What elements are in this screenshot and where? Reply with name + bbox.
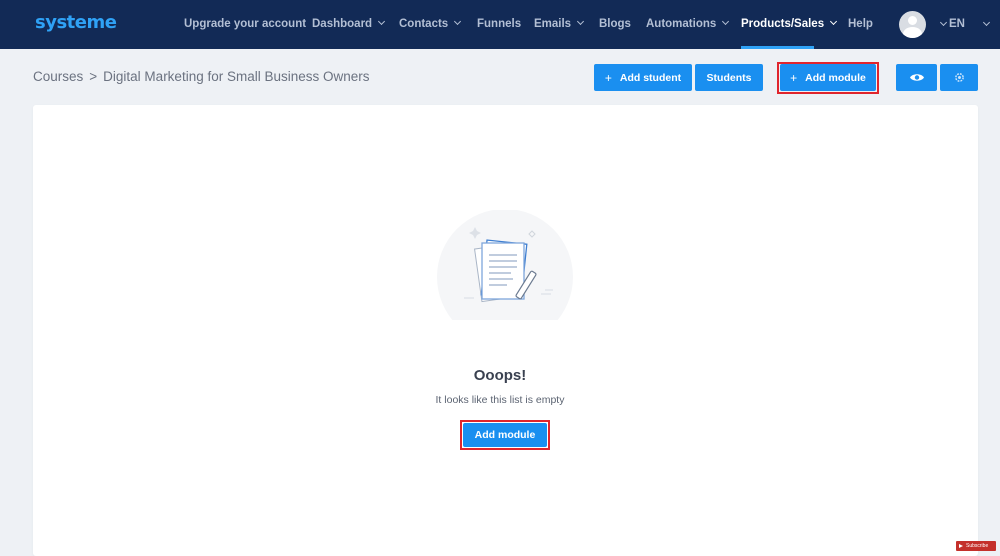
nav-item-label: Emails xyxy=(534,18,572,30)
empty-state-message: It looks like this list is empty xyxy=(435,394,565,406)
highlight-box xyxy=(460,420,550,450)
nav-item-label: Automations xyxy=(646,18,717,30)
chevron-down-icon[interactable] xyxy=(939,18,948,27)
nav-item-products-sales[interactable]: Products/Sales xyxy=(741,17,838,30)
language-selector[interactable]: EN xyxy=(949,18,965,30)
nav-item-label: Upgrade your account xyxy=(184,18,307,30)
add-student-label: Add student xyxy=(619,71,682,84)
top-navigation: systeme Upgrade your account Dashboard C… xyxy=(0,0,1000,49)
chevron-down-icon xyxy=(378,17,386,26)
nav-item-contacts[interactable]: Contacts xyxy=(399,17,462,30)
nav-item-emails[interactable]: Emails xyxy=(534,17,585,30)
nav-item-label: Blogs xyxy=(599,18,631,30)
chevron-down-icon xyxy=(577,17,585,26)
nav-item-label: Help xyxy=(848,18,873,30)
nav-item-automations[interactable]: Automations xyxy=(646,17,730,30)
breadcrumb: Courses > Digital Marketing for Small Busi… xyxy=(33,69,370,84)
nav-item-label: Products/Sales xyxy=(741,18,825,30)
breadcrumb-courses-link[interactable]: Courses xyxy=(33,69,83,84)
nav-item-help[interactable]: Help xyxy=(848,18,873,30)
nav-item-funnels[interactable]: Funnels xyxy=(477,18,521,30)
nav-item-label: Contacts xyxy=(399,18,449,30)
add-student-button[interactable]: + Add student xyxy=(594,64,692,91)
nav-item-dashboard[interactable]: Dashboard xyxy=(312,17,386,30)
breadcrumb-separator: > xyxy=(89,69,98,84)
nav-item-upgrade-account[interactable]: Upgrade your account xyxy=(184,18,306,30)
settings-button[interactable] xyxy=(940,64,978,91)
nav-item-label: Funnels xyxy=(477,18,522,30)
user-avatar-icon[interactable] xyxy=(899,11,926,38)
chevron-down-icon xyxy=(830,17,838,26)
subscribe-label: Subscribe xyxy=(966,543,989,549)
highlight-box xyxy=(777,62,879,94)
chevron-down-icon xyxy=(454,17,462,26)
nav-item-label: Dashboard xyxy=(312,18,373,30)
chevron-down-icon xyxy=(722,17,730,26)
breadcrumb-current-course: Digital Marketing for Small Business Own… xyxy=(103,69,370,84)
systeme-logo[interactable]: systeme xyxy=(35,12,117,33)
chevron-down-icon[interactable] xyxy=(982,18,991,27)
modules-panel xyxy=(33,105,978,556)
nav-item-blogs[interactable]: Blogs xyxy=(599,18,631,30)
eye-icon xyxy=(909,74,924,81)
preview-button[interactable] xyxy=(896,64,937,91)
students-label: Students xyxy=(706,71,752,84)
subscribe-watermark: Subscribe xyxy=(956,541,996,551)
document-pen-illustration xyxy=(437,210,573,320)
active-nav-indicator xyxy=(741,46,814,49)
play-icon xyxy=(959,544,963,548)
plus-icon: + xyxy=(604,70,612,85)
students-button[interactable]: Students xyxy=(695,64,763,91)
empty-state-title: Ooops! xyxy=(473,367,527,384)
gear-icon xyxy=(954,73,964,82)
